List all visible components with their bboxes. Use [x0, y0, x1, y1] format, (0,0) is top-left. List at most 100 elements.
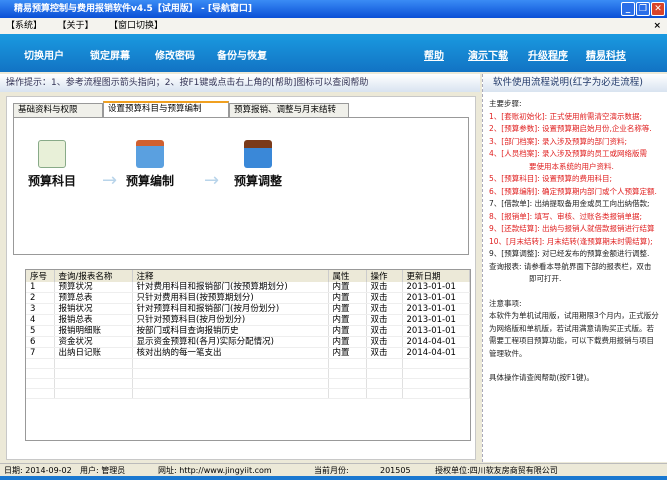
flow-label: 预算科目 — [28, 174, 77, 188]
arrow-icon: → — [204, 170, 220, 191]
table-cell: 内置 — [328, 292, 367, 304]
table-cell: 出纳日记账 — [54, 347, 133, 359]
table-cell: 报销总表 — [54, 314, 133, 326]
tab-budget-setup[interactable]: 设置预算科目与预算编制 — [103, 101, 229, 118]
table-cell: 内置 — [328, 336, 367, 348]
table-cell: 双击 — [366, 325, 403, 337]
table-cell: 内置 — [328, 347, 367, 359]
col-date[interactable]: 更新日期 — [402, 270, 470, 282]
change-password-button[interactable]: 修改密码 — [155, 47, 195, 62]
guide-step: 9、[还款结算]: 出纳与报销人就借款报销进行结算 — [489, 224, 655, 233]
table-cell: 3 — [26, 303, 55, 315]
table-row[interactable]: 1 预算状况 针对费用科目和报销部门(按预算期划分) 内置 双击 2013-01-01 — [26, 282, 470, 293]
menu-window[interactable]: 【窗口切换】 — [114, 21, 164, 31]
table-cell: 2014-04-01 — [402, 336, 470, 348]
guide-step: 查询报表: 请参看本导航界面下部的报表栏，双击 — [489, 261, 652, 271]
table-cell: 内置 — [328, 303, 367, 315]
tab-basic-data[interactable]: 基础资料与权限 — [13, 103, 103, 118]
flow-panel: 预算科目 → 预算编制 → 预算调整 — [13, 117, 469, 255]
status-bar: 日期: 2014-09-02 用户: 管理员 网址: http://www.ji… — [0, 463, 667, 476]
table-cell: 5 — [26, 325, 55, 337]
table-cell: 7 — [26, 347, 55, 359]
table-cell: 只针对预算科目(按月份划分) — [132, 314, 329, 326]
empty-row — [26, 358, 470, 369]
table-row[interactable]: 7 出纳日记账 核对出纳的每一笔支出 内置 双击 2014-04-01 — [26, 347, 470, 359]
table-cell: 显示资金预算和(各月)实际分配情况) — [132, 336, 329, 348]
guide-step: 要使用本系统的用户资料. — [529, 161, 614, 171]
table-cell: 双击 — [366, 314, 403, 326]
guide-step: 即可打开. — [529, 274, 562, 283]
empty-row — [26, 368, 470, 379]
table-cell: 双击 — [366, 303, 403, 315]
close-child-button[interactable]: × — [653, 18, 661, 34]
help-text: 具体操作请查阅帮助(按F1键)。 — [489, 373, 594, 382]
upgrade-link[interactable]: 升级程序 — [528, 47, 568, 62]
company-link[interactable]: 精易科技 — [586, 47, 626, 62]
table-cell: 内置 — [328, 314, 367, 326]
table-cell: 双击 — [366, 292, 403, 304]
arrow-icon: → — [102, 170, 118, 191]
table-cell: 只针对费用科目(按预算期划分) — [132, 292, 329, 304]
help-link[interactable]: 帮助 — [424, 47, 444, 62]
table-cell: 针对费用科目和报销部门(按预算期划分) — [132, 282, 329, 293]
guide-step: 4、[人员档案]: 录入涉及预算的员工或网络版需 — [489, 149, 648, 158]
table-row[interactable]: 3 报销状况 针对预算科目和报销部门(按月份划分) 内置 双击 2013-01-01 — [26, 303, 470, 315]
tab-reimbursement[interactable]: 预算报销、调整与月末结转 — [229, 103, 349, 118]
table-cell: 双击 — [366, 347, 403, 359]
col-no[interactable]: 序号 — [26, 270, 55, 282]
table-row[interactable]: 2 预算总表 只针对费用科目(按预算期划分) 内置 双击 2013-01-01 — [26, 292, 470, 304]
table-cell: 双击 — [366, 336, 403, 348]
table-cell: 2013-01-01 — [402, 282, 470, 293]
operation-hint: 操作提示：1、参考流程图示箭头指向；2、按F1键或点击右上角的[帮助]图标可以查… — [0, 74, 480, 92]
col-note[interactable]: 注释 — [132, 270, 329, 282]
table-cell: 2014-04-01 — [402, 347, 470, 359]
empty-row — [26, 388, 470, 399]
minimize-button[interactable]: _ — [621, 2, 635, 16]
table-cell: 按部门或科目查询报销历史 — [132, 325, 329, 337]
lock-screen-button[interactable]: 锁定屏幕 — [90, 47, 130, 62]
flow-label: 预算调整 — [234, 174, 283, 188]
flow-budget-adjust[interactable]: 预算调整 — [234, 140, 282, 189]
backup-restore-button[interactable]: 备份与恢复 — [217, 47, 267, 62]
table-row[interactable]: 6 资金状况 显示资金预算和(各月)实际分配情况) 内置 双击 2014-04-01 — [26, 336, 470, 348]
table-cell: 核对出纳的每一笔支出 — [132, 347, 329, 359]
table-cell: 2013-01-01 — [402, 325, 470, 337]
notes-label: 注意事项: — [489, 298, 522, 308]
table-cell: 2013-01-01 — [402, 292, 470, 304]
window-title: 精易预算控制与费用报销软件v4.5【试用版】 - [导航窗口] — [14, 4, 253, 14]
folder-icon — [136, 140, 164, 168]
steps-label: 主要步骤: — [489, 99, 522, 108]
demo-download-link[interactable]: 演示下载 — [468, 47, 508, 62]
close-button[interactable]: ✕ — [651, 2, 665, 16]
flow-budget-compile[interactable]: 预算编制 — [126, 140, 174, 189]
table-cell: 双击 — [366, 282, 403, 293]
menu-system[interactable]: 【系统】 — [6, 21, 42, 31]
table-cell: 1 — [26, 282, 55, 293]
table-row[interactable]: 4 报销总表 只针对预算科目(按月份划分) 内置 双击 2013-01-01 — [26, 314, 470, 326]
table-cell: 资金状况 — [54, 336, 133, 348]
guide-step: 1、[套账初始化]: 正式使用前需清空演示数据; — [489, 111, 643, 121]
flow-budget-subject[interactable]: 预算科目 — [28, 140, 76, 189]
col-name[interactable]: 查询/报表名称 — [54, 270, 133, 282]
title-bar: 精易预算控制与费用报销软件v4.5【试用版】 - [导航窗口] _ ❐ ✕ — [0, 0, 667, 18]
restore-button[interactable]: ❐ — [636, 2, 650, 16]
table-cell: 4 — [26, 314, 55, 326]
notes-text: 本软件为单机试用版，试用期限3个月内，正式版分为网络版和单机版，若试用满意请购买… — [489, 311, 659, 358]
guide-step: 10、[月末结转]: 月末结转(逢预算期末时需结算); — [489, 236, 653, 246]
document-icon — [38, 140, 66, 168]
table-cell: 报销状况 — [54, 303, 133, 315]
toolbar: 切换用户 锁定屏幕 修改密码 备份与恢复 帮助 演示下载 升级程序 精易科技 — [0, 34, 667, 72]
table-cell: 报销明细账 — [54, 325, 133, 337]
col-op[interactable]: 操作 — [366, 270, 403, 282]
col-attr[interactable]: 属性 — [328, 270, 367, 282]
table-cell: 2013-01-01 — [402, 303, 470, 315]
table-cell: 内置 — [328, 282, 367, 293]
switch-user-button[interactable]: 切换用户 — [24, 47, 64, 62]
table-row[interactable]: 5 报销明细账 按部门或科目查询报销历史 内置 双击 2013-01-01 — [26, 325, 470, 337]
report-table: 序号 查询/报表名称 注释 属性 操作 更新日期 1 预算状况 针对费用科目和报销部… — [25, 269, 471, 441]
guide-step: 2、[预算参数]: 设置预算期启始月份,企业名称等. — [489, 124, 652, 133]
menu-about[interactable]: 【关于】 — [62, 21, 94, 31]
table-cell: 针对预算科目和报销部门(按月份划分) — [132, 303, 329, 315]
guide-title: 软件使用流程说明(红字为必走流程) — [483, 74, 667, 92]
table-cell: 内置 — [328, 325, 367, 337]
